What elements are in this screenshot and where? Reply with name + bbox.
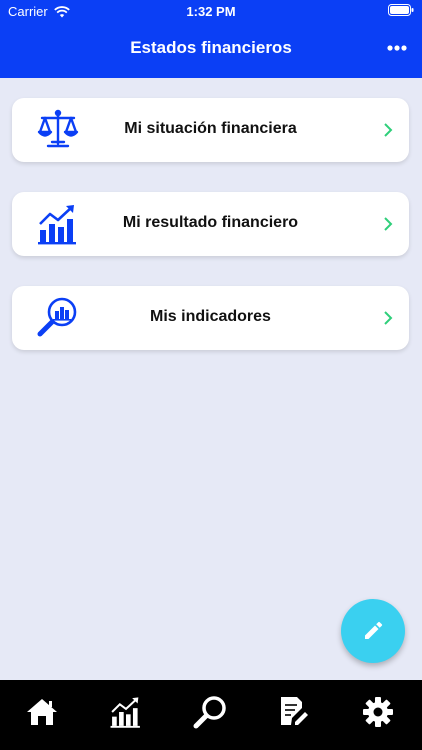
menu-item-label: Mi resultado financiero (122, 214, 299, 231)
tab-results[interactable] (106, 692, 146, 732)
tab-search[interactable] (190, 692, 230, 732)
growth-chart-icon (110, 697, 140, 728)
status-time: 1:32 PM (186, 4, 236, 19)
gear-icon (363, 697, 393, 727)
home-icon (27, 699, 57, 725)
edit-fab-button[interactable] (341, 599, 405, 663)
more-options-button[interactable] (384, 38, 410, 58)
pencil-icon (365, 621, 383, 639)
app-header: Carrier 1:32 PM Estados financieros (0, 0, 422, 78)
menu-item-situacion-financiera[interactable]: Mi situación financiera (12, 98, 409, 162)
tab-edit[interactable] (274, 692, 314, 732)
chevron-right-icon (384, 123, 393, 137)
edit-document-icon (281, 697, 308, 725)
page-title: Estados financieros (130, 38, 292, 57)
chevron-right-icon (384, 217, 393, 231)
menu-item-resultado-financiero[interactable]: Mi resultado financiero (12, 192, 409, 256)
more-horizontal-icon (387, 45, 407, 51)
battery-icon (388, 4, 414, 16)
battery-indicator (388, 4, 414, 19)
bottom-tab-bar (0, 680, 422, 750)
tab-home[interactable] (22, 692, 62, 732)
menu-item-label: Mi situación financiera (124, 120, 297, 137)
menu-item-indicadores[interactable]: Mis indicadores (12, 286, 409, 350)
chevron-right-icon (384, 311, 393, 325)
tab-settings[interactable] (358, 692, 398, 732)
search-icon (193, 696, 226, 729)
status-bar: Carrier 1:32 PM (0, 0, 422, 22)
menu-item-label: Mis indicadores (150, 308, 271, 325)
